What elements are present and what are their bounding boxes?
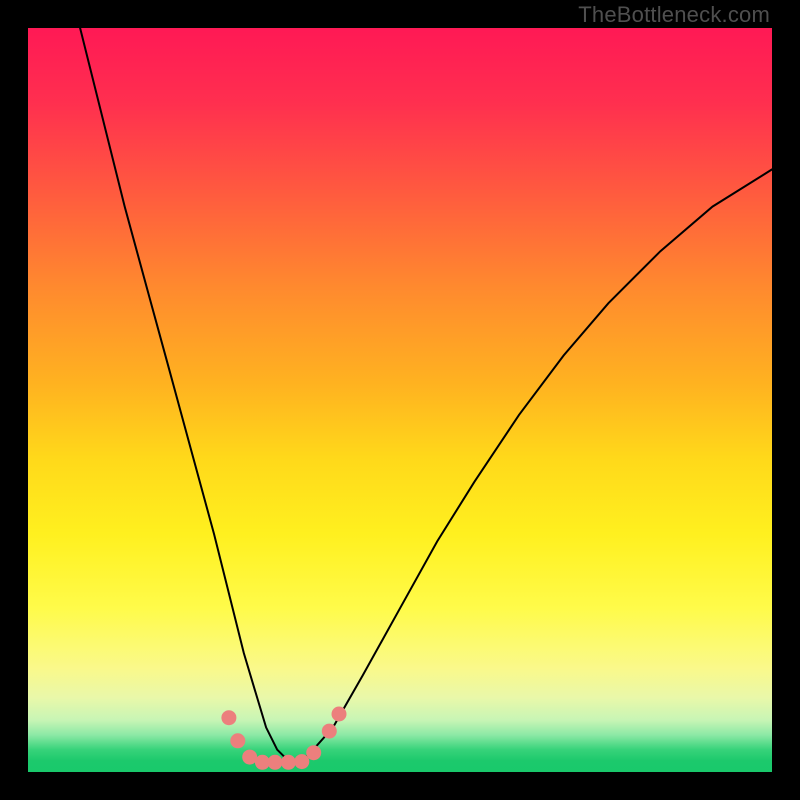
curve-layer: [28, 28, 772, 772]
chart-frame: TheBottleneck.com: [0, 0, 800, 800]
data-point: [332, 707, 347, 722]
bottleneck-curve: [80, 28, 772, 761]
data-point: [322, 724, 337, 739]
data-point: [306, 745, 321, 760]
watermark-text: TheBottleneck.com: [578, 2, 770, 28]
data-point: [268, 755, 283, 770]
data-point: [221, 710, 236, 725]
plot-area: [28, 28, 772, 772]
data-point: [294, 754, 309, 769]
data-point: [281, 755, 296, 770]
data-point: [230, 733, 245, 748]
